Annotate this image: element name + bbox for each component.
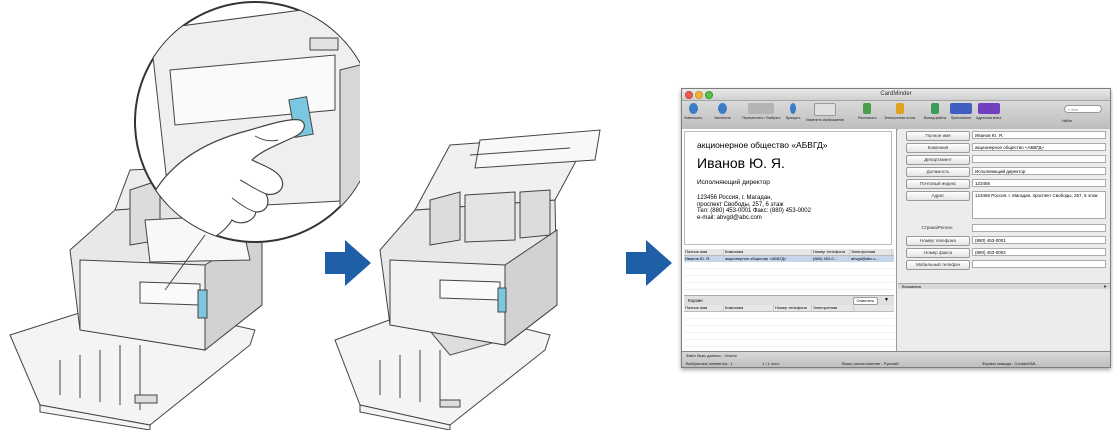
zoom-out-button[interactable]: Уменьшить xyxy=(684,103,702,120)
field-row: Компания акционерное общество «АБВГД» xyxy=(902,143,1106,153)
address-book-icon xyxy=(977,103,1000,114)
field-value[interactable] xyxy=(972,224,1106,232)
column-header-email[interactable]: Электронная xyxy=(850,249,892,255)
rotate-icon xyxy=(790,103,797,114)
page-count-status: 1 / 1 лист xyxy=(762,361,780,366)
rotate-button[interactable]: Вращать xyxy=(786,103,800,120)
recognize-button[interactable]: Распознать xyxy=(858,103,877,120)
output-format-status: Формат вывода : ContactXML xyxy=(982,361,1037,366)
email-button[interactable]: Электронная почта xyxy=(884,103,915,120)
column-header-phone[interactable]: Номер телефона xyxy=(812,249,850,255)
zoom-window-button[interactable] xyxy=(705,91,713,99)
field-value[interactable]: Иванов Ю. Я. xyxy=(972,131,1106,139)
edit-image-button[interactable]: Изменить изображение xyxy=(806,103,844,122)
search-input[interactable]: ⌕ Все xyxy=(1064,105,1102,113)
field-label[interactable]: Мобильный телефон xyxy=(906,260,970,270)
column-header-company[interactable]: Компания xyxy=(724,249,812,255)
selected-items-status: Выбранные элементы : 1 xyxy=(686,361,733,366)
field-row: Адрес 123456 Россия, г. Магадан, проспек… xyxy=(902,191,1106,221)
field-label[interactable]: Департамент xyxy=(906,155,970,165)
email-icon xyxy=(895,103,904,114)
field-value[interactable] xyxy=(972,155,1106,163)
move-select-button[interactable]: Переместить / Выбрать xyxy=(742,103,780,120)
field-row: Полное имя Иванов Ю. Я. xyxy=(902,131,1106,141)
card-title: Исполняющий директор xyxy=(697,179,770,186)
card-list-header: Полное имя Компания Номер телефона Элект… xyxy=(684,249,894,256)
field-row: Мобильный телефон xyxy=(902,260,1106,270)
field-row: Почтовый индекс 123456 xyxy=(902,179,1106,189)
field-label[interactable]: Полное имя xyxy=(906,131,970,141)
field-label[interactable]: Компания xyxy=(906,143,970,153)
field-row: Номер факса (880) 453-0002 xyxy=(902,248,1106,258)
zoom-in-icon xyxy=(717,103,727,114)
location-status: Ваше расположение : Русский xyxy=(842,361,899,366)
card-company: акционерное общество «АБВГД» xyxy=(697,140,828,150)
basket-label: Корзин xyxy=(688,298,703,303)
clear-button[interactable]: Очистить xyxy=(852,297,878,305)
fields-pane: Полное имя Иванов Ю. Я. Компания акционе… xyxy=(898,129,1110,351)
basket-menu-icon[interactable]: ▼ xyxy=(884,296,889,305)
field-label[interactable]: Номер факса xyxy=(906,248,970,258)
field-row: Страна/Регион xyxy=(902,224,1106,234)
cardminder-window: CardMinder Уменьшить Увеличить Перемести… xyxy=(681,88,1111,368)
field-row: Должность Исполняющий директор xyxy=(902,167,1106,177)
card-list: Полное имя Компания Номер телефона Элект… xyxy=(684,249,894,297)
window-titlebar: CardMinder xyxy=(682,89,1110,101)
field-value[interactable]: Исполняющий директор xyxy=(972,167,1106,175)
field-label[interactable]: Должность xyxy=(906,167,970,177)
field-label[interactable]: Адрес xyxy=(906,191,970,201)
field-value[interactable] xyxy=(972,260,1106,268)
database-file-status: Файл базы данных : /Users/ xyxy=(686,353,737,358)
address-book-button[interactable]: Адресная книга xyxy=(976,103,1001,120)
scanner-illustration-press-button xyxy=(0,0,360,430)
field-label[interactable]: Номер телефона xyxy=(906,236,970,246)
field-row: Департамент xyxy=(902,155,1106,165)
card-pane: акционерное общество «АБВГД» Иванов Ю. Я… xyxy=(682,129,897,351)
card-address: 123456 Россия, г. Магадан, проспект Своб… xyxy=(697,195,811,221)
scanner-press-drawing xyxy=(9,1,360,430)
basket-list-header: Полное имя Компания Номер телефона Элект… xyxy=(684,305,894,312)
chevron-down-icon: ▼ xyxy=(1103,284,1107,289)
field-value[interactable]: акционерное общество «АБВГД» xyxy=(972,143,1106,151)
close-window-button[interactable] xyxy=(685,91,693,99)
application-icon xyxy=(950,103,972,114)
zoom-in-button[interactable]: Увеличить xyxy=(714,103,731,120)
card-name: Иванов Ю. Я. xyxy=(697,155,785,171)
move-select-icon xyxy=(748,103,775,114)
scanner-illustration-scanning xyxy=(330,100,630,430)
status-bar: Файл базы данных : /Users/ Выбранные эле… xyxy=(682,351,1110,367)
find-button[interactable]: Найти xyxy=(1062,119,1072,123)
field-row: Номер телефона (880) 453-0001 xyxy=(902,236,1106,246)
field-value[interactable]: 123456 xyxy=(972,179,1106,187)
application-button[interactable]: Приложение xyxy=(950,103,972,120)
field-value[interactable]: (880) 453-0001 xyxy=(972,236,1106,244)
attachments-header[interactable]: Вложения ▼ xyxy=(898,283,1110,289)
scanner-scanning-drawing xyxy=(334,129,601,430)
arrow-right-icon xyxy=(626,240,672,286)
minimize-window-button[interactable] xyxy=(695,91,703,99)
field-label: Страна/Регион xyxy=(921,225,953,230)
recognize-icon xyxy=(863,103,872,114)
field-value[interactable]: (880) 453-0002 xyxy=(972,248,1106,256)
zoom-out-icon xyxy=(688,103,698,114)
file-output-icon xyxy=(931,103,940,114)
edit-image-icon xyxy=(814,103,837,116)
file-output-button[interactable]: Вывод файла xyxy=(924,103,946,120)
column-header-full-name[interactable]: Полное имя xyxy=(684,249,724,255)
field-value[interactable]: 123456 Россия, г. Магадан, проспект Своб… xyxy=(972,191,1106,219)
toolbar: Уменьшить Увеличить Переместить / Выбрат… xyxy=(682,101,1110,130)
business-card-image: акционерное общество «АБВГД» Иванов Ю. Я… xyxy=(684,131,892,245)
basket-list: Полное имя Компания Номер телефона Элект… xyxy=(684,305,894,347)
field-label[interactable]: Почтовый индекс xyxy=(906,179,970,189)
window-title: CardMinder xyxy=(880,91,912,97)
table-row[interactable]: Иванов Ю. Я. акционерное общество «АБВГД… xyxy=(684,256,894,262)
